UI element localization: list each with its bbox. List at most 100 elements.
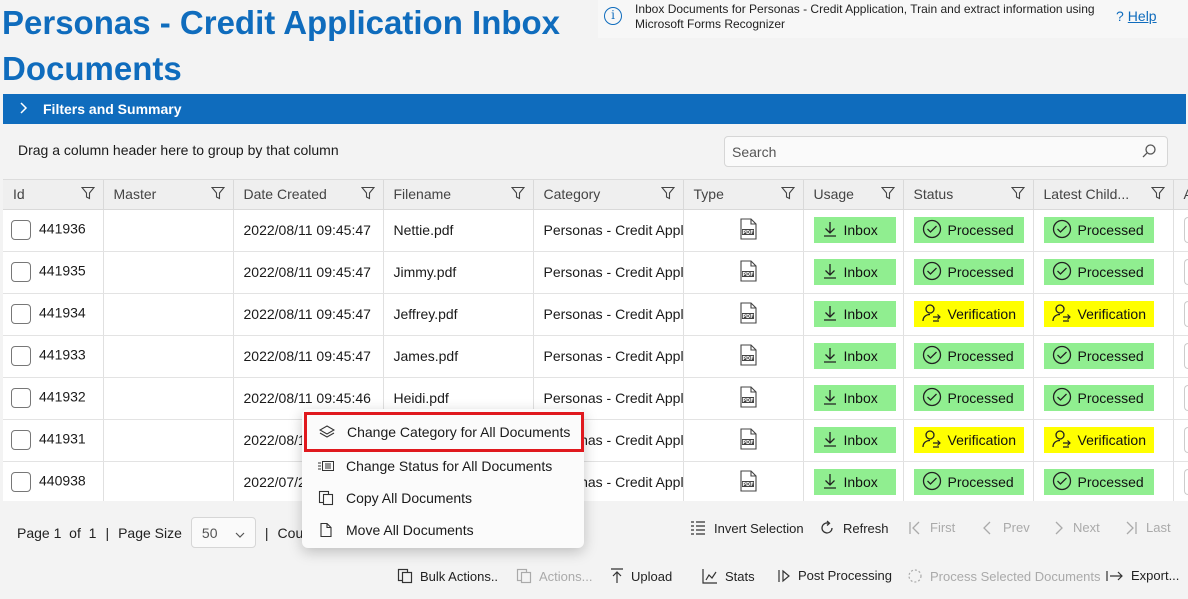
row-checkbox[interactable] [11,388,31,408]
process-selected-button[interactable]: Process Selected Documents [907,568,1101,584]
column-header[interactable]: Ac [1173,180,1188,210]
last-page-button[interactable]: Last [1124,520,1171,535]
latest-child-label: Processed [1077,474,1144,490]
filter-icon[interactable] [780,186,795,203]
usage-label: Inbox [843,432,878,448]
page-size-select[interactable]: 50 [190,517,256,548]
filter-icon[interactable] [880,186,895,203]
type-cell: PDF [683,293,804,336]
row-action-button[interactable] [1183,343,1188,369]
filename-cell: Nettie.pdf [383,209,534,252]
move-all-item[interactable]: Move All Documents [306,515,580,545]
row-action-button[interactable] [1183,301,1188,327]
master-cell [103,251,234,294]
refresh-button[interactable]: Refresh [819,520,889,536]
table-row[interactable]: 441936 2022/08/11 09:45:47 Nettie.pdf Perso… [3,209,1188,252]
id-value: 441931 [39,430,86,447]
check-circle-icon [922,471,948,494]
latest-child-badge: Processed [1043,343,1154,369]
table-row[interactable]: 441935 2022/08/11 09:45:47 Jimmy.pdf Person… [3,251,1188,294]
filter-icon[interactable] [80,186,95,203]
copy-all-item[interactable]: Copy All Documents [306,483,580,513]
column-header[interactable]: Latest Child... [1033,180,1174,210]
latest-child-cell: Processed [1033,461,1174,501]
row-checkbox[interactable] [11,472,31,492]
usage-label: Inbox [843,390,878,406]
column-header-label: Ac [1184,186,1188,202]
column-header[interactable]: Id [3,180,104,210]
status-badge: Verification [913,427,1024,453]
upload-button[interactable]: Upload [610,568,672,584]
bulk-actions-button[interactable]: Bulk Actions.. [397,568,498,584]
filter-icon[interactable] [660,186,675,203]
first-page-button[interactable]: First [908,520,955,535]
invert-selection-button[interactable]: Invert Selection [690,520,804,536]
filter-icon[interactable] [510,186,525,203]
table-row[interactable]: 4419312022/08/11 09:45:46Gerald.pdfPerso… [3,419,1188,462]
filter-icon[interactable] [210,186,225,203]
row-action-button[interactable] [1183,427,1188,453]
check-circle-icon [1052,219,1078,242]
row-action-button[interactable] [1183,259,1188,285]
type-cell: PDF [683,335,804,378]
actions-label: Actions... [539,568,593,584]
id-cell: 441934 [3,293,104,336]
check-circle-icon [1052,345,1078,368]
row-checkbox[interactable] [11,430,31,450]
latest-child-badge: Processed [1043,259,1154,285]
latest-child-label: Verification [1077,306,1146,322]
filter-icon[interactable] [1150,186,1165,203]
table-row[interactable]: 441932 2022/08/11 09:45:46 Heidi.pdf Person… [3,377,1188,420]
actions-cell [1173,209,1188,252]
context-menu: Change Category for All Documents Change… [302,409,584,548]
filter-icon[interactable] [1010,186,1025,203]
download-icon [822,473,844,492]
actions-cell [1173,251,1188,294]
column-header[interactable]: Usage [803,180,904,210]
help-link[interactable]: Help [1128,8,1157,24]
column-header[interactable]: Master [103,180,234,210]
row-checkbox[interactable] [11,304,31,324]
row-checkbox[interactable] [11,346,31,366]
filters-summary-toggle[interactable]: Filters and Summary [3,94,1186,124]
actions-button[interactable]: Actions... [516,568,592,584]
prev-page-button[interactable]: Prev [981,520,1030,535]
category-cell: Personas - Credit Application [533,293,684,336]
next-page-button[interactable]: Next [1051,520,1100,535]
change-status-all-label: Change Status for All Documents [346,458,553,474]
search-input[interactable] [732,142,1132,162]
post-processing-button[interactable]: Post Processing [777,568,892,583]
page-title: Personas - Credit Application Inbox Docu… [2,4,561,87]
grid-header-row: Id Master Date Created Filename Category Type… [3,180,1188,210]
column-header[interactable]: Category [533,180,684,210]
change-category-all-item[interactable]: Change Category for All Documents [304,412,584,452]
latest-child-label: Processed [1077,222,1144,238]
move-icon [306,522,346,538]
export-label: Export... [1131,568,1180,583]
change-status-all-item[interactable]: Change Status for All Documents [306,451,580,481]
stats-button[interactable]: Stats [702,568,755,584]
table-row[interactable]: 441934 2022/08/11 09:45:47 Jeffrey.pdf Pers… [3,293,1188,336]
row-checkbox[interactable] [11,262,31,282]
filter-icon[interactable] [360,186,375,203]
download-icon [822,305,844,324]
latest-child-cell: Processed [1033,335,1174,378]
row-action-button[interactable] [1183,385,1188,411]
column-header-label: Type [693,186,724,203]
row-checkbox[interactable] [11,220,31,240]
row-action-button[interactable] [1183,469,1188,495]
page-size-value: 50 [201,524,218,541]
export-button[interactable]: Export... [1106,568,1179,583]
column-header[interactable]: Type [683,180,804,210]
column-header-label: Status [913,186,954,203]
chevron-down-icon [235,525,245,541]
column-header[interactable]: Status [903,180,1034,210]
change-category-all-label: Change Category for All Documents [347,424,571,440]
table-row[interactable]: 441933 2022/08/11 09:45:47 James.pdf Person… [3,335,1188,378]
column-header[interactable]: Date Created [233,180,384,210]
search-icon[interactable] [1141,143,1157,162]
row-action-button[interactable] [1183,217,1188,243]
next-page-label: Next [1073,520,1100,535]
table-row[interactable]: 4409382022/07/28 10:12:05Barbara.pdfPers… [3,461,1188,501]
column-header[interactable]: Filename [383,180,534,210]
